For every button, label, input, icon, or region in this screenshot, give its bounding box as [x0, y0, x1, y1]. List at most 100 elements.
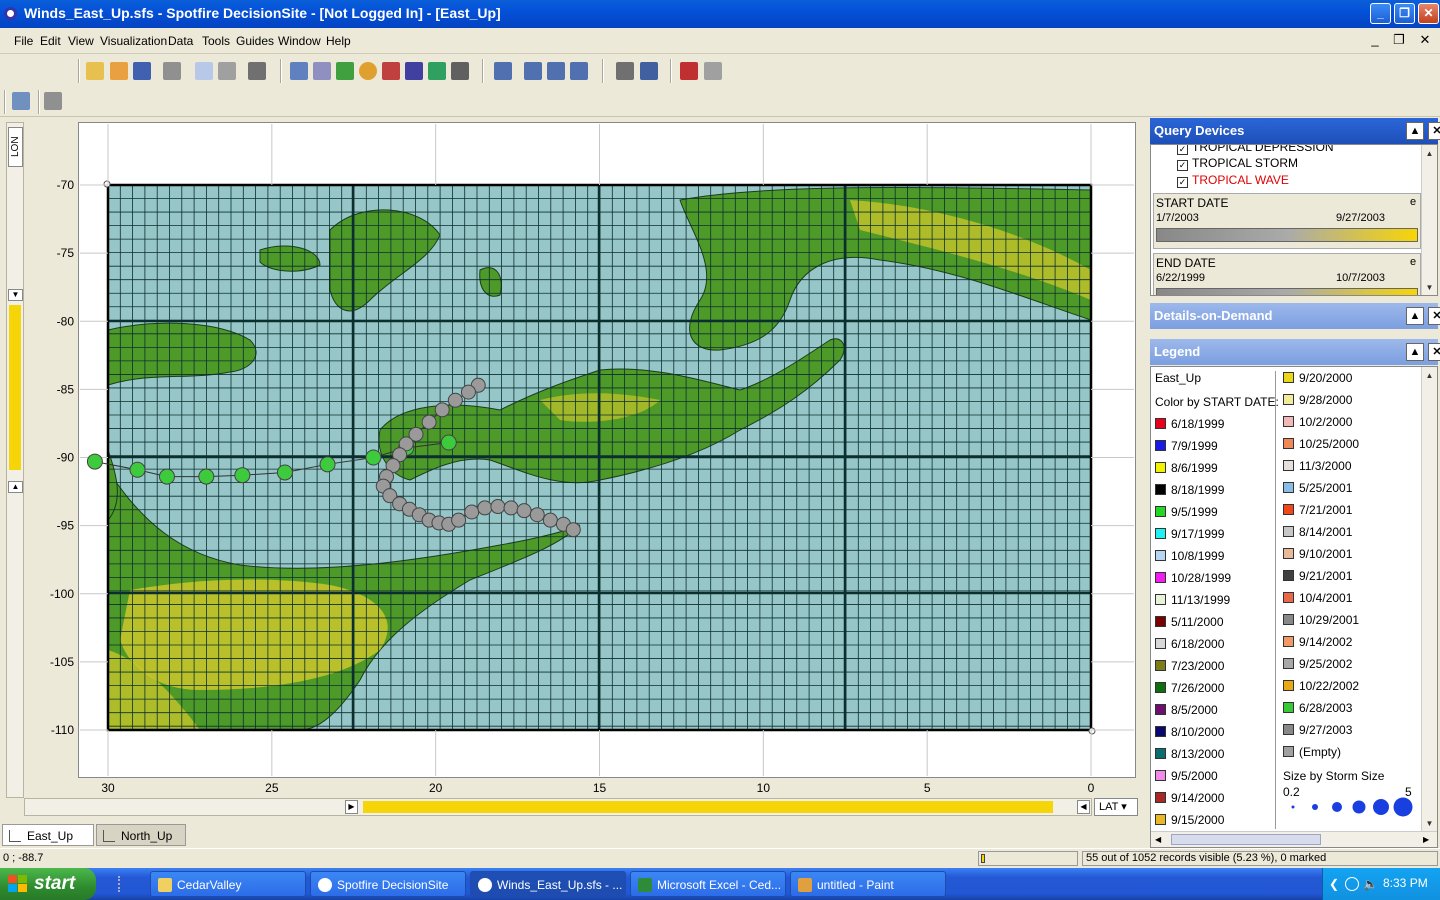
legend-item[interactable]: 9/5/2000 [1155, 769, 1218, 783]
lat-axis-selector[interactable]: LAT ▾ [1094, 798, 1138, 816]
legend-item[interactable]: 10/22/2002 [1283, 679, 1359, 693]
slider-right-arrow-icon[interactable]: ▶ [345, 800, 358, 814]
taskbar-excel[interactable]: Microsoft Excel - Ced... [630, 871, 786, 897]
close-button[interactable]: ✕ [1418, 3, 1439, 24]
legend-item[interactable]: 10/4/2001 [1283, 591, 1352, 605]
legend-swatch [1155, 748, 1166, 759]
taskbar-spotfire[interactable]: Spotfire DecisionSite [310, 871, 466, 897]
legend-item[interactable]: 6/28/2003 [1283, 701, 1352, 715]
lat-slider-range[interactable] [363, 801, 1053, 813]
legend-item[interactable]: 10/28/1999 [1155, 571, 1231, 585]
close-icon[interactable]: ✕ [1428, 122, 1440, 140]
legend-hscrollbar[interactable]: ◀ ▶ [1151, 831, 1437, 847]
query-devices-scrollbar[interactable]: ▲ ▼ [1421, 145, 1437, 295]
scroll-thumb[interactable] [1171, 834, 1321, 845]
legend-item[interactable]: 9/15/2000 [1155, 813, 1224, 827]
start-label: start [34, 873, 76, 894]
legend-item[interactable]: 11/13/1999 [1155, 593, 1230, 607]
details-on-demand-header[interactable]: Details-on-Demand ▲ ✕ [1150, 303, 1440, 329]
legend-item[interactable]: 9/14/2000 [1155, 791, 1224, 805]
slider-left-arrow-icon[interactable]: ◀ [1077, 800, 1090, 814]
legend-item[interactable]: 5/25/2001 [1283, 481, 1352, 495]
legend-item[interactable]: 5/11/2000 [1155, 615, 1224, 629]
collapse-icon[interactable]: ▲ [1406, 122, 1424, 140]
minimize-button[interactable]: _ [1370, 3, 1391, 24]
legend-item[interactable]: 10/29/2001 [1283, 613, 1359, 627]
tab-north-up[interactable]: North_Up [96, 824, 186, 846]
tray-expand-icon[interactable]: ❮ [1329, 877, 1341, 891]
scroll-right-icon[interactable]: ▶ [1423, 832, 1429, 847]
restore-button[interactable]: ❐ [1394, 3, 1415, 24]
end-date-range-slider[interactable] [1156, 288, 1418, 295]
checkbox-row[interactable]: ✓ TROPICAL DEPRESSION [1177, 145, 1334, 155]
query-devices-header[interactable]: Query Devices ▲ ✕ [1150, 118, 1440, 144]
legend-item[interactable]: 9/17/1999 [1155, 527, 1224, 541]
legend-item[interactable]: 9/5/1999 [1155, 505, 1218, 519]
legend-item[interactable]: 8/14/2001 [1283, 525, 1352, 539]
legend-item[interactable]: 6/18/2000 [1155, 637, 1224, 651]
checkbox[interactable]: ✓ [1177, 145, 1188, 155]
checkbox-tropical-storm[interactable]: ✓ TROPICAL STORM [1177, 156, 1298, 171]
legend-item[interactable]: 10/25/2000 [1283, 437, 1359, 451]
legend-item[interactable]: 7/23/2000 [1155, 659, 1224, 673]
legend-item[interactable]: 8/10/2000 [1155, 725, 1224, 739]
collapse-icon[interactable]: ▲ [1406, 307, 1424, 325]
volume-icon[interactable]: 🔈 [1363, 877, 1378, 891]
data-point [434, 402, 450, 418]
network-icon[interactable] [1345, 877, 1359, 891]
start-button[interactable]: start [0, 868, 96, 900]
legend-header[interactable]: Legend ▲ ✕ [1150, 339, 1440, 365]
legend-item[interactable]: 9/14/2002 [1283, 635, 1352, 649]
legend-swatch [1155, 682, 1166, 693]
legend-label: 7/21/2001 [1299, 503, 1353, 517]
legend-item[interactable]: 7/26/2000 [1155, 681, 1224, 695]
lat-range-slider[interactable]: ▶ ◀ [24, 798, 1092, 816]
checkbox[interactable]: ✓ [1177, 160, 1188, 171]
legend-item[interactable]: 7/21/2001 [1283, 503, 1352, 517]
y-tick-label: -95 [57, 519, 75, 533]
scroll-down-icon[interactable]: ▼ [1422, 817, 1437, 831]
query-devices-panel: ✓ TROPICAL DEPRESSION ✓ TROPICAL STORM ✓ TR… [1150, 144, 1438, 296]
quick-launch-icon[interactable] [118, 876, 134, 892]
taskbar-cedarvalley[interactable]: CedarValley [150, 871, 306, 897]
legend-item[interactable]: 6/18/1999 [1155, 417, 1224, 431]
legend-item[interactable]: 8/6/1999 [1155, 461, 1218, 475]
scroll-up-icon[interactable]: ▲ [1422, 147, 1437, 161]
legend-item[interactable]: 9/21/2001 [1283, 569, 1352, 583]
legend-item[interactable]: 10/2/2000 [1283, 415, 1352, 429]
mdi-minimize-button[interactable]: _ [1366, 33, 1384, 49]
legend-scrollbar[interactable]: ▲ ▼ [1421, 367, 1437, 831]
legend-item[interactable]: 8/5/2000 [1155, 703, 1218, 717]
legend-item[interactable]: 8/18/1999 [1155, 483, 1224, 497]
legend-swatch [1155, 726, 1166, 737]
close-icon[interactable]: ✕ [1428, 343, 1440, 361]
legend-item[interactable]: 9/25/2002 [1283, 657, 1352, 671]
legend-item[interactable]: 10/8/1999 [1155, 549, 1224, 563]
scroll-up-icon[interactable]: ▲ [1422, 369, 1437, 383]
legend-item[interactable]: 7/9/1999 [1155, 439, 1218, 453]
legend-item[interactable]: 9/10/2001 [1283, 547, 1352, 561]
taskbar-winds-east-up[interactable]: Winds_East_Up.sfs - ... [470, 871, 626, 897]
end-date-min: 6/22/1999 [1156, 272, 1205, 284]
legend-swatch [1283, 746, 1294, 757]
legend-label: 8/10/2000 [1171, 725, 1225, 739]
mdi-restore-button[interactable]: ❐ [1390, 33, 1408, 49]
legend-item[interactable]: 9/27/2003 [1283, 723, 1352, 737]
checkbox[interactable]: ✓ [1177, 177, 1188, 188]
legend-item[interactable]: 11/3/2000 [1283, 459, 1352, 473]
legend-item[interactable]: 8/13/2000 [1155, 747, 1224, 761]
checkbox-tropical-wave[interactable]: ✓ TROPICAL WAVE [1177, 173, 1289, 188]
legend-item[interactable]: (Empty) [1283, 745, 1341, 759]
legend-item[interactable]: 9/20/2000 [1283, 371, 1352, 385]
scroll-left-icon[interactable]: ◀ [1155, 832, 1161, 847]
legend-item[interactable]: 9/28/2000 [1283, 393, 1352, 407]
legend-swatch [1283, 504, 1294, 515]
taskbar-paint[interactable]: untitled - Paint [790, 871, 946, 897]
scroll-down-icon[interactable]: ▼ [1422, 281, 1437, 295]
start-date-range-slider[interactable] [1156, 228, 1418, 242]
mdi-close-button[interactable]: ✕ [1416, 33, 1434, 49]
collapse-icon[interactable]: ▲ [1406, 343, 1424, 361]
close-icon[interactable]: ✕ [1428, 307, 1440, 325]
tab-east-up[interactable]: East_Up [2, 824, 94, 846]
scatter-plot[interactable]: -70 -75 -80 -85 -90 -95 -100 -105 -110 30 25 20 15 1… [0, 0, 1146, 800]
